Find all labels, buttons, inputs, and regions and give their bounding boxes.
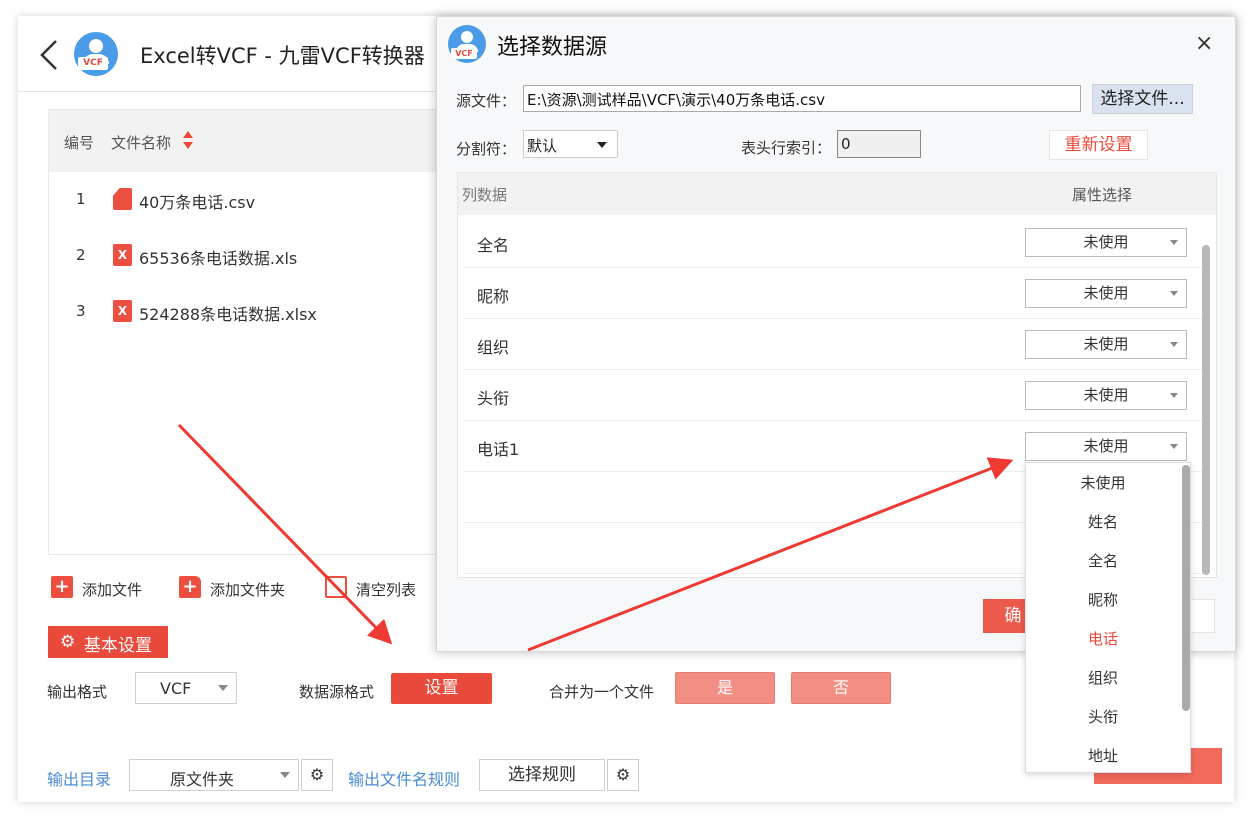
merge-yes-button[interactable]: 是 — [675, 672, 775, 704]
dialog-logo-icon: VCF — [448, 25, 486, 63]
output-dir-label: 输出目录 — [47, 770, 112, 789]
attribute-select[interactable]: 未使用 — [1025, 279, 1187, 308]
gear-icon: ⚙ — [309, 765, 325, 784]
file-row[interactable]: 1 40万条电话.csv — [49, 172, 437, 228]
filename-rule-label: 输出文件名规则 — [348, 770, 461, 789]
app-logo-icon: VCF — [74, 32, 118, 76]
attribute-select[interactable]: 未使用 — [1025, 381, 1187, 410]
attribute-select[interactable]: 未使用 — [1025, 330, 1187, 359]
file-list-table: 编号 文件名称 1 40万条电话.csv 2 X 65536条电话数据.xls … — [48, 109, 438, 555]
csv-file-icon — [113, 188, 132, 210]
gear-icon: ⚙ — [615, 765, 631, 784]
folder-plus-icon: + — [179, 576, 201, 598]
output-dir-gear-button[interactable]: ⚙ — [301, 759, 333, 791]
dropdown-option-name[interactable]: 姓名 — [1026, 503, 1180, 542]
output-format-select[interactable]: VCF — [135, 672, 237, 704]
app-title: Excel转VCF - 九雷VCF转换器 — [140, 44, 425, 68]
choose-file-button[interactable]: 选择文件... — [1092, 84, 1193, 114]
column-mapping-header: 列数据 属性选择 — [458, 173, 1216, 215]
close-icon[interactable]: × — [1195, 31, 1213, 56]
dropdown-option-unused[interactable]: 未使用 — [1026, 464, 1180, 503]
chevron-down-icon — [1170, 444, 1178, 449]
separator-select[interactable]: 默认 — [523, 130, 618, 158]
header-index-input[interactable]: 0 — [837, 130, 921, 158]
choose-rule-button[interactable]: 选择规则 — [479, 759, 605, 791]
source-file-path-field[interactable]: E:\资源\测试样品\VCF\演示\40万条电话.csv — [523, 85, 1081, 112]
attribute-select-open[interactable]: 未使用 — [1025, 432, 1187, 461]
dropdown-option-nickname[interactable]: 昵称 — [1026, 581, 1180, 620]
chevron-down-icon — [1170, 393, 1178, 398]
filename-rule-gear-button[interactable]: ⚙ — [607, 759, 639, 791]
column-row: 头衔 未使用 — [463, 370, 1203, 421]
dropdown-option-address[interactable]: 地址 — [1026, 737, 1180, 772]
source-format-label: 数据源格式 — [299, 683, 375, 701]
file-list-header: 编号 文件名称 — [49, 110, 437, 172]
sort-icon[interactable] — [183, 131, 193, 149]
output-format-label: 输出格式 — [47, 683, 108, 701]
dropdown-option-phone[interactable]: 电话 — [1026, 620, 1180, 659]
chevron-down-icon — [1170, 291, 1178, 296]
column-data-header: 列数据 — [462, 186, 508, 204]
back-arrow-icon[interactable] — [38, 38, 60, 72]
vertical-scrollbar[interactable] — [1200, 209, 1210, 575]
header-index-label: 表头行索引： — [741, 139, 832, 157]
merge-no-button[interactable]: 否 — [791, 672, 891, 704]
basic-settings-tab[interactable]: ⚙ 基本设置 — [48, 626, 168, 658]
chevron-down-icon — [597, 142, 607, 148]
excel-file-icon: X — [113, 300, 132, 322]
source-file-label: 源文件： — [456, 92, 517, 110]
separator-label: 分割符： — [456, 140, 517, 158]
dropdown-option-fullname[interactable]: 全名 — [1026, 542, 1180, 581]
column-row: 昵称 未使用 — [463, 268, 1203, 319]
merge-label: 合并为一个文件 — [549, 683, 655, 701]
chevron-down-icon — [218, 685, 228, 691]
chevron-down-icon — [280, 772, 290, 778]
attribute-select-header: 属性选择 — [1072, 186, 1133, 204]
scrollbar-thumb[interactable] — [1202, 245, 1210, 575]
chevron-down-icon — [1170, 240, 1178, 245]
reset-button[interactable]: 重新设置 — [1049, 130, 1148, 160]
dropdown-scrollbar[interactable] — [1182, 465, 1190, 711]
dropdown-option-title[interactable]: 头衔 — [1026, 698, 1180, 737]
source-format-settings-button[interactable]: 设置 — [391, 673, 492, 704]
chevron-down-icon — [1170, 342, 1178, 347]
dialog-title: 选择数据源 — [497, 35, 608, 60]
plus-icon: + — [51, 576, 73, 598]
column-header-number: 编号 — [64, 134, 95, 152]
attribute-select[interactable]: 未使用 — [1025, 228, 1187, 257]
trash-icon — [325, 576, 347, 598]
output-dir-select[interactable]: 原文件夹 — [129, 759, 299, 791]
gear-icon: ⚙ — [60, 632, 76, 652]
column-header-filename[interactable]: 文件名称 — [111, 132, 171, 153]
column-row: 组织 未使用 — [463, 319, 1203, 370]
dropdown-option-organization[interactable]: 组织 — [1026, 659, 1180, 698]
file-row[interactable]: 3 X 524288条电话数据.xlsx — [49, 284, 437, 340]
column-row: 全名 未使用 — [463, 217, 1203, 268]
attribute-dropdown-menu: 未使用 姓名 全名 昵称 电话 组织 头衔 地址 — [1025, 462, 1191, 773]
file-row[interactable]: 2 X 65536条电话数据.xls — [49, 228, 437, 284]
excel-file-icon: X — [113, 244, 132, 266]
